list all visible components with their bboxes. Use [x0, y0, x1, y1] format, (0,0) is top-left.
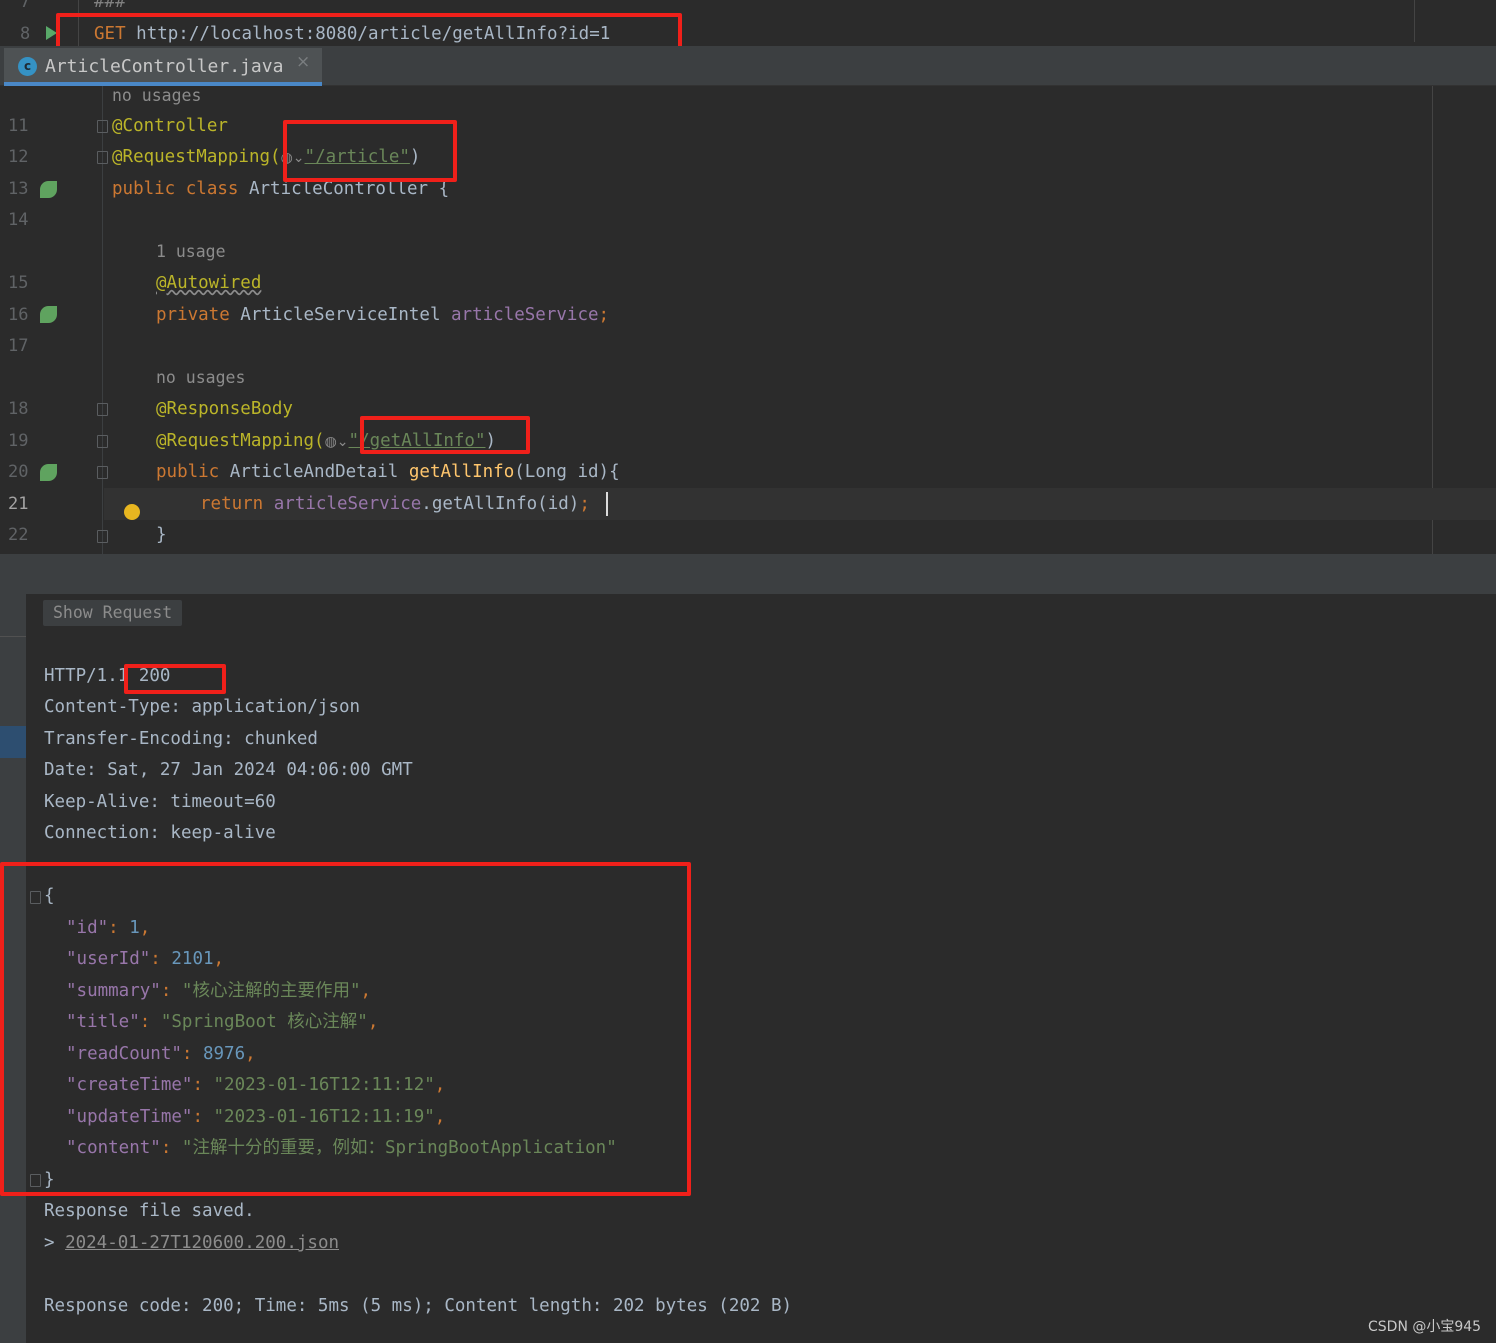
- line-number: 16: [8, 305, 29, 325]
- navigate-bean-icon[interactable]: [40, 306, 57, 323]
- file-prefix: >: [44, 1233, 66, 1253]
- return-statement: return articleService.getAllInfo(id);: [200, 488, 590, 520]
- strip-divider: [0, 636, 26, 637]
- call: .getAllInfo(id): [421, 494, 580, 514]
- highlight-box-class-mapping: [283, 120, 457, 182]
- type-name: ArticleServiceIntel: [240, 305, 452, 325]
- right-margin-guide: [1432, 86, 1433, 554]
- semicolon: ;: [579, 494, 590, 514]
- line-number: 12: [8, 147, 29, 167]
- line-number: 15: [8, 273, 29, 293]
- fold-marker[interactable]: [97, 435, 108, 448]
- globe-icon[interactable]: ◍⌄: [325, 434, 349, 450]
- annotation: @RequestMapping(: [156, 431, 325, 451]
- keyword: private: [156, 305, 241, 325]
- line-number: 21: [8, 494, 29, 514]
- panel-splitter[interactable]: [0, 554, 1496, 594]
- spring-bean-icon[interactable]: [40, 181, 57, 198]
- lightbulb-icon[interactable]: [124, 504, 140, 520]
- controller-annotation: @Controller: [112, 116, 228, 136]
- fold-marker[interactable]: [97, 151, 108, 164]
- tab-label: ArticleController.java: [45, 56, 284, 77]
- usage-hint[interactable]: no usages: [156, 362, 245, 394]
- method-name: getAllInfo: [408, 462, 515, 482]
- class-name: ArticleController {: [248, 179, 450, 199]
- usage-hint[interactable]: 1 usage: [156, 236, 226, 268]
- fold-marker[interactable]: [97, 120, 108, 133]
- header-line: Transfer-Encoding: chunked: [44, 729, 318, 749]
- line-number: 14: [8, 210, 29, 230]
- header-line: Date: Sat, 27 Jan 2024 04:06:00 GMT: [44, 760, 413, 780]
- response-file-link[interactable]: 2024-01-27T120600.200.json: [65, 1233, 339, 1253]
- keyword: public: [156, 462, 230, 482]
- keyword: return: [200, 494, 274, 514]
- header-line: Keep-Alive: timeout=60: [44, 792, 276, 812]
- fold-marker[interactable]: [97, 403, 108, 416]
- field-name: articleService: [273, 494, 422, 514]
- response-body-annotation: @ResponseBody: [156, 399, 293, 419]
- editor-tab-bar: c ArticleController.java ×: [0, 46, 1496, 86]
- http-file-editor: 7 ### 8 GET http://localhost:8080/articl…: [0, 0, 1496, 54]
- closing-brace: }: [156, 525, 167, 545]
- response-saved-text: Response file saved.: [44, 1201, 255, 1221]
- field-name: articleService: [451, 305, 599, 325]
- field-declaration: private ArticleServiceIntel articleServi…: [156, 299, 609, 331]
- line-number: 18: [8, 399, 29, 419]
- fold-marker[interactable]: [97, 466, 108, 479]
- header-line: Content-Type: application/json: [44, 697, 361, 717]
- text-caret: [606, 492, 608, 516]
- class-icon: c: [18, 57, 37, 76]
- watermark: CSDN @小宝945: [1368, 1319, 1482, 1335]
- semicolon: ;: [598, 305, 610, 325]
- line-number-7: 7: [20, 0, 31, 12]
- type-name: ArticleAndDetail: [229, 462, 409, 482]
- line-number: 19: [8, 431, 29, 451]
- usage-hint[interactable]: no usages: [112, 80, 201, 112]
- autowired-annotation: @Autowired: [156, 273, 262, 293]
- response-summary: Response code: 200; Time: 5ms (5 ms); Co…: [44, 1296, 793, 1316]
- params: (Long id){: [514, 462, 620, 482]
- close-tab-icon[interactable]: ×: [296, 52, 310, 72]
- annotation: @RequestMapping(: [112, 147, 281, 167]
- line-number: 20: [8, 462, 29, 482]
- line-number: 13: [8, 179, 29, 199]
- highlight-box-status: [124, 664, 226, 694]
- strip-selection: [0, 726, 26, 758]
- keyword: public class: [112, 179, 249, 199]
- show-request-button[interactable]: Show Request: [43, 600, 183, 626]
- header-line: Connection: keep-alive: [44, 823, 276, 843]
- java-editor: no usages 11 @Controller 12 @RequestMapp…: [0, 86, 1496, 554]
- method-declaration: public ArticleAndDetail getAllInfo(Long …: [156, 456, 620, 488]
- endpoint-icon[interactable]: [40, 464, 57, 481]
- line-number: 22: [8, 525, 29, 545]
- highlight-box-json-body: [0, 862, 691, 1196]
- highlight-box-method-mapping: [360, 416, 530, 454]
- fold-marker[interactable]: [97, 530, 108, 543]
- line-number: 11: [8, 116, 29, 136]
- http-version: HTTP/1.1: [44, 666, 129, 686]
- response-file-line: > 2024-01-27T120600.200.json: [44, 1227, 339, 1259]
- right-margin-guide: [1414, 0, 1415, 42]
- line-number: 17: [8, 336, 29, 356]
